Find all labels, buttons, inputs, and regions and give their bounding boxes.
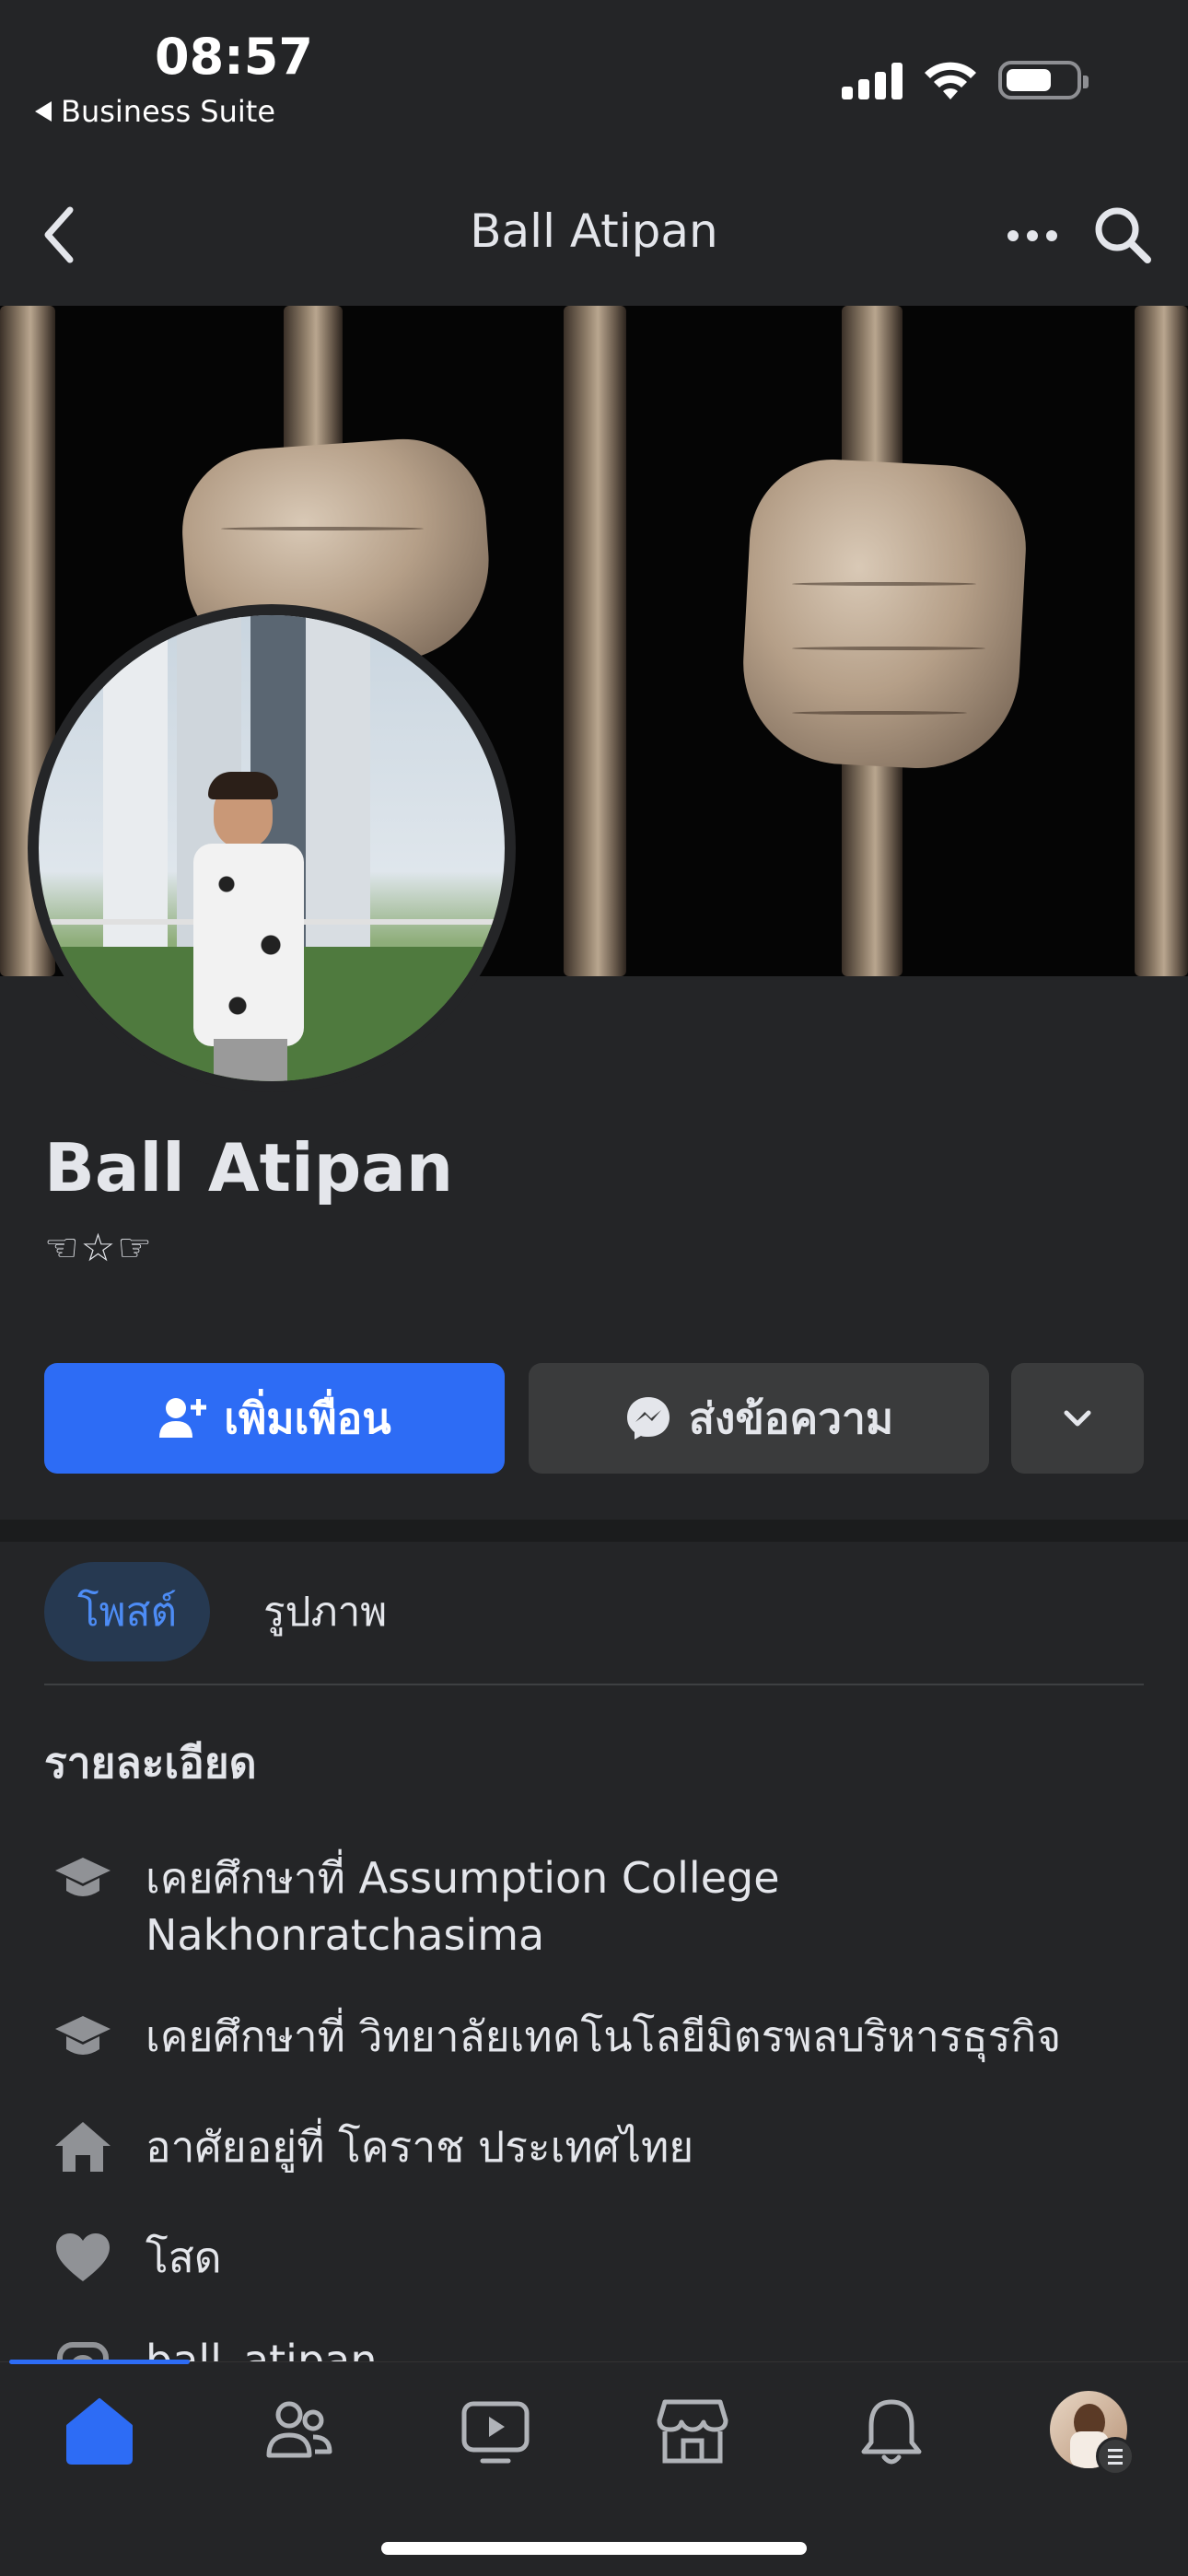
signal-icon [842, 63, 903, 99]
back-to-app-link[interactable]: Business Suite [35, 94, 275, 129]
active-tab-indicator [9, 2360, 190, 2364]
back-triangle-icon [35, 101, 52, 122]
message-label: ส่งข้อความ [688, 1393, 894, 1443]
instagram-icon [44, 2339, 122, 2361]
home-icon [44, 2118, 122, 2175]
add-friend-icon [159, 1398, 207, 1438]
battery-icon [998, 61, 1089, 99]
detail-text: เคยศึกษาที่ Assumption College Nakhonrat… [146, 1853, 780, 1960]
search-icon[interactable] [1090, 203, 1155, 267]
profile-picture[interactable] [28, 604, 516, 1092]
section-divider [0, 1520, 1188, 1542]
detail-residence: อาศัยอยู่ที่ โคราช ประเทศไทย [44, 2118, 1149, 2175]
back-app-label: Business Suite [61, 94, 275, 129]
add-friend-label: เพิ่มเพื่อน [224, 1393, 391, 1443]
messenger-icon [626, 1397, 670, 1440]
detail-education-2: เคยศึกษาที่ วิทยาลัยเทคโนโลยีมิตรพลบริหา… [44, 2008, 1149, 2065]
detail-text: โสด [146, 2232, 222, 2282]
chevron-down-icon [1064, 1410, 1091, 1427]
marketplace-icon[interactable] [656, 2395, 729, 2468]
profile-name: Ball Atipan [44, 1129, 454, 1206]
tab-posts[interactable]: โพสต์ [44, 1562, 210, 1661]
graduation-cap-icon [44, 2008, 122, 2065]
wifi-icon [925, 62, 976, 99]
heart-icon [44, 2229, 122, 2286]
menu-badge-icon [1096, 2437, 1135, 2476]
friends-icon[interactable] [262, 2395, 335, 2468]
detail-education-1: เคยศึกษาที่ Assumption College Nakhonrat… [44, 1849, 1149, 1964]
profile-bio: ☜☆☞ [44, 1225, 154, 1270]
more-options-button[interactable] [1011, 1363, 1144, 1474]
more-icon[interactable] [1007, 230, 1057, 241]
details-heading: รายละเอียด [44, 1738, 257, 1788]
home-icon[interactable] [63, 2395, 136, 2468]
add-friend-button[interactable]: เพิ่มเพื่อน [44, 1363, 505, 1474]
detail-text: ball_atipan [146, 2339, 1149, 2361]
bell-icon[interactable] [855, 2395, 928, 2468]
detail-relationship: โสด [44, 2229, 1149, 2286]
graduation-cap-icon [44, 1849, 122, 1906]
tabs-divider [44, 1684, 1144, 1685]
tab-photos[interactable]: รูปภาพ [263, 1562, 387, 1661]
profile-photo-image [39, 615, 505, 1081]
detail-text: เคยศึกษาที่ วิทยาลัยเทคโนโลยีมิตรพลบริหา… [146, 2011, 1062, 2061]
status-time: 08:57 [155, 28, 313, 86]
video-icon[interactable] [459, 2395, 532, 2468]
detail-text: อาศัยอยู่ที่ โคราช ประเทศไทย [146, 2122, 694, 2172]
detail-instagram[interactable]: ball_atipan [44, 2339, 1149, 2361]
message-button[interactable]: ส่งข้อความ [529, 1363, 989, 1474]
home-indicator [381, 2542, 807, 2555]
